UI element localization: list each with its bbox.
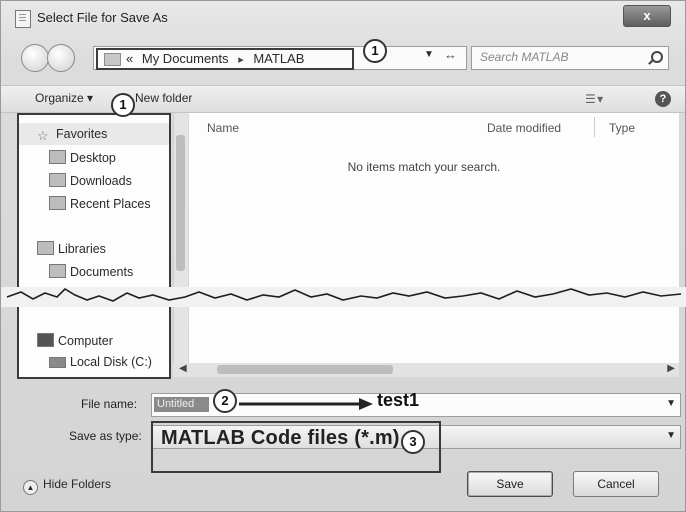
horizontal-scrollbar[interactable]: ◀ ▶ [173, 363, 679, 377]
title-bar: Select File for Save As x [1, 1, 685, 35]
breadcrumb-my-documents[interactable]: My Documents [142, 51, 229, 66]
save-as-dialog: Select File for Save As x « My Documents… [0, 0, 686, 512]
downloads-icon [49, 173, 66, 187]
sidebar-item-label: Desktop [70, 151, 116, 165]
search-placeholder: Search MATLAB [480, 50, 569, 64]
back-button[interactable] [21, 44, 49, 72]
help-icon[interactable]: ? [655, 91, 671, 107]
libraries-icon [37, 241, 54, 255]
navigation-scrollbar[interactable] [173, 113, 188, 369]
close-button[interactable]: x [623, 5, 671, 27]
new-folder-button[interactable]: New folder [135, 91, 192, 105]
save-as-type-label: Save as type: [69, 429, 142, 443]
search-icon[interactable] [651, 51, 663, 63]
sidebar-item-label: Computer [58, 334, 113, 348]
cancel-button[interactable]: Cancel [573, 471, 659, 497]
sidebar-item-favorites[interactable]: ☆ Favorites [37, 127, 108, 143]
navigation-pane: ☆ Favorites Desktop Downloads Recent Plac… [17, 113, 171, 379]
sidebar-item-label: Recent Places [70, 197, 151, 211]
folder-icon [104, 53, 121, 66]
view-options-icon[interactable]: ☰ ▾ [585, 92, 603, 106]
annotation-badge-1b: 1 [111, 93, 135, 117]
document-icon [15, 10, 31, 28]
sidebar-item-libraries[interactable]: Libraries [37, 241, 106, 256]
desktop-icon [49, 150, 66, 164]
file-list: Name Date modified Type No items match y… [189, 113, 679, 369]
breadcrumb: « My Documents ▸ MATLAB [126, 51, 304, 66]
empty-list-message: No items match your search. [347, 160, 501, 174]
annotation-text: test1 [377, 390, 420, 410]
organize-menu[interactable]: Organize ▾ [35, 91, 93, 105]
hide-folders-toggle[interactable]: ▲ Hide Folders [23, 477, 111, 495]
file-name-selected-text: Untitled [154, 397, 209, 412]
sidebar-item-label: Downloads [70, 174, 132, 188]
computer-icon [37, 333, 54, 347]
recent-places-icon [49, 196, 66, 210]
sidebar-item-label: Favorites [56, 127, 108, 141]
chevron-down-icon[interactable]: ▼ [424, 49, 434, 60]
sidebar-item-recent-places[interactable]: Recent Places [49, 196, 151, 211]
column-header-date-modified[interactable]: Date modified [487, 121, 561, 135]
breadcrumb-matlab[interactable]: MATLAB [253, 51, 304, 66]
file-name-label: File name: [81, 397, 138, 411]
save-as-type-value: MATLAB Code files (*.m) [161, 427, 400, 449]
sidebar-item-label: Libraries [58, 242, 106, 256]
refresh-icon[interactable]: ↔ [444, 47, 457, 62]
scroll-left-icon[interactable]: ◀ [179, 363, 187, 374]
annotation-badge-1: 1 [363, 39, 387, 63]
breadcrumb-separator-icon: ▸ [238, 54, 244, 66]
address-highlight-box: « My Documents ▸ MATLAB [96, 48, 354, 70]
chevron-down-icon[interactable]: ▼ [666, 430, 676, 441]
column-header-name[interactable]: Name [207, 121, 239, 135]
sidebar-item-desktop[interactable]: Desktop [49, 150, 116, 165]
hide-folders-label: Hide Folders [43, 477, 112, 491]
scroll-right-icon[interactable]: ▶ [667, 363, 675, 374]
annotation-arrow [239, 398, 373, 410]
annotation-badge-2: 2 [213, 389, 237, 413]
chevron-up-icon: ▲ [23, 480, 38, 495]
annotation-badge-3: 3 [401, 430, 425, 454]
chevron-down-icon[interactable]: ▼ [666, 398, 676, 409]
sidebar-item-local-disk[interactable]: Local Disk (C:) [49, 355, 152, 369]
star-icon: ☆ [37, 128, 49, 143]
dialog-title: Select File for Save As [37, 10, 168, 25]
sidebar-item-computer[interactable]: Computer [37, 333, 113, 348]
column-header-type[interactable]: Type [609, 121, 635, 135]
sidebar-item-downloads[interactable]: Downloads [49, 173, 132, 188]
save-button[interactable]: Save [467, 471, 553, 497]
disk-icon [49, 357, 66, 368]
forward-button[interactable] [47, 44, 75, 72]
breadcrumb-overflow[interactable]: « [126, 51, 133, 66]
scrollbar-thumb[interactable] [176, 135, 185, 271]
save-as-type-highlight-box: MATLAB Code files (*.m) [151, 421, 441, 473]
scrollbar-thumb[interactable] [217, 365, 393, 374]
toolbar: Organize ▾ New folder ☰ ▾ ? [1, 85, 685, 113]
address-bar[interactable]: « My Documents ▸ MATLAB ▼ ↔ [93, 46, 467, 70]
column-divider[interactable] [594, 117, 595, 137]
search-input[interactable]: Search MATLAB [471, 46, 669, 70]
sidebar-item-label: Local Disk (C:) [70, 355, 152, 369]
torn-edge-divider [1, 287, 686, 307]
